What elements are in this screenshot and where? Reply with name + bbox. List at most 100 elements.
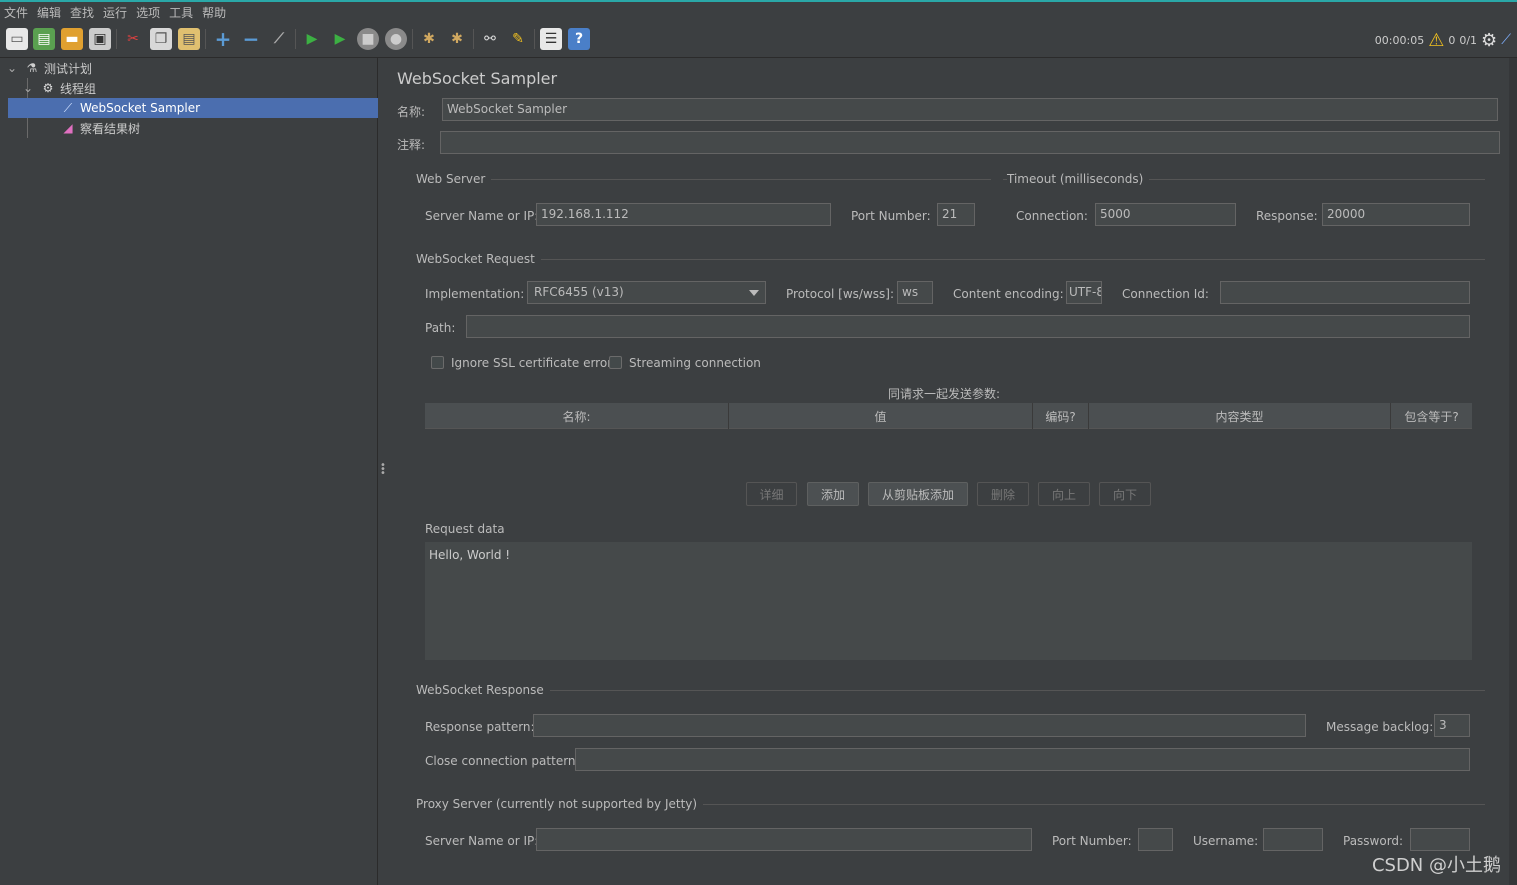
menu-help[interactable]: 帮助	[202, 4, 226, 21]
params-title: 同请求一起发送参数:	[888, 387, 1001, 401]
params-table-header: 名称: 值 编码? 内容类型 包含等于?	[425, 403, 1472, 429]
start-icon[interactable]: ▶	[301, 28, 323, 50]
proxy-password-label: Password:	[1343, 834, 1404, 848]
proxy-port-field[interactable]	[1138, 828, 1173, 851]
cut-icon[interactable]: ✂	[122, 28, 144, 50]
expand-icon[interactable]: +	[212, 27, 234, 51]
menu-options[interactable]: 选项	[136, 4, 160, 21]
column-name[interactable]: 名称:	[425, 403, 729, 429]
message-backlog-label: Message backlog:	[1326, 720, 1434, 734]
connection-timeout-field[interactable]: 5000	[1095, 203, 1236, 226]
implementation-value: RFC6455 (v13)	[534, 285, 624, 299]
vertical-scrollbar[interactable]	[1509, 58, 1517, 885]
search-binoculars-icon[interactable]: ⚯	[479, 28, 501, 50]
test-plan-tree: ⌄ ⚗ 测试计划 ⌄ ⚙ 线程组 ⟋ WebSocket Sampler ◢ 察…	[0, 58, 378, 885]
connection-timeout-label: Connection:	[1016, 209, 1088, 223]
ignore-ssl-checkbox[interactable]	[431, 356, 444, 369]
tree-item-test-plan[interactable]: ⌄ ⚗ 测试计划	[0, 58, 378, 78]
collapse-icon[interactable]: −	[240, 27, 262, 51]
close-pattern-field[interactable]	[575, 748, 1470, 771]
response-pattern-label: Response pattern:	[425, 720, 535, 734]
help-icon[interactable]: ?	[568, 28, 590, 50]
proxy-server-field[interactable]	[536, 828, 1032, 851]
chevron-down-icon[interactable]: ⌄	[20, 80, 36, 96]
menu-file[interactable]: 文件	[4, 4, 28, 21]
response-timeout-field[interactable]: 20000	[1322, 203, 1470, 226]
comment-field[interactable]	[440, 131, 1500, 154]
chevron-down-icon[interactable]	[749, 290, 759, 296]
add-from-clipboard-button[interactable]: 从剪贴板添加	[868, 482, 968, 506]
elapsed-time: 00:00:05	[1374, 33, 1425, 47]
name-label: 名称:	[397, 105, 426, 119]
path-label: Path:	[425, 321, 456, 335]
encoding-field[interactable]: UTF-8	[1066, 281, 1102, 304]
move-down-button[interactable]: 向下	[1099, 482, 1151, 506]
splitter-grip-icon[interactable]: • • •	[380, 461, 386, 479]
menu-search[interactable]: 查找	[70, 4, 94, 21]
web-server-section-title: Web Server	[416, 172, 492, 186]
implementation-select[interactable]: RFC6455 (v13)	[527, 281, 766, 304]
warning-icon[interactable]: ⚠	[1428, 30, 1444, 51]
connection-id-field[interactable]	[1220, 281, 1470, 304]
open-folder-icon[interactable]: ▬	[61, 28, 83, 50]
implementation-label: Implementation:	[425, 287, 525, 301]
move-up-button[interactable]: 向上	[1038, 482, 1090, 506]
protocol-label: Protocol [ws/wss]:	[786, 287, 895, 301]
save-icon[interactable]: ▣	[89, 28, 111, 50]
toggle-icon[interactable]: ⟋	[268, 28, 290, 50]
panel-title: WebSocket Sampler	[397, 69, 558, 88]
streaming-label: Streaming connection	[629, 356, 761, 370]
stop-icon[interactable]: ■	[357, 28, 379, 50]
paste-icon[interactable]: ▤	[178, 28, 200, 50]
shutdown-icon[interactable]: ●	[385, 28, 407, 50]
proxy-server-label: Server Name or IP:	[425, 834, 539, 848]
message-backlog-field[interactable]: 3	[1434, 714, 1470, 737]
tree-item-thread-group[interactable]: ⌄ ⚙ 线程组	[0, 78, 378, 98]
column-include-equals[interactable]: 包含等于?	[1391, 403, 1472, 429]
new-file-icon[interactable]: ▭	[6, 28, 28, 50]
proxy-password-field[interactable]	[1410, 828, 1470, 851]
name-field[interactable]: WebSocket Sampler	[442, 98, 1498, 121]
add-button[interactable]: 添加	[807, 482, 859, 506]
tree-item-result-tree[interactable]: ◢ 察看结果树	[0, 118, 378, 138]
start-no-pause-icon[interactable]: ▶	[329, 28, 351, 50]
streaming-checkbox[interactable]	[609, 356, 622, 369]
log-icon[interactable]: ⟋	[1501, 32, 1511, 48]
copy-icon[interactable]: ❐	[150, 28, 172, 50]
request-data-label: Request data	[425, 522, 505, 536]
tree-item-websocket-sampler[interactable]: ⟋ WebSocket Sampler	[8, 98, 378, 118]
templates-icon[interactable]: ▤	[33, 28, 55, 50]
menu-edit[interactable]: 编辑	[37, 4, 61, 21]
clear-all-icon[interactable]: ✱	[446, 28, 468, 50]
comment-label: 注释:	[397, 138, 426, 152]
clear-icon[interactable]: ✱	[418, 28, 440, 50]
toolbar-status: 00:00:05 ⚠ 0 0/1 ⚙ ⟋	[1371, 22, 1517, 58]
menu-tools[interactable]: 工具	[169, 4, 193, 21]
path-field[interactable]	[466, 315, 1470, 338]
port-field[interactable]: 21	[937, 203, 975, 226]
reset-search-icon[interactable]: ✎	[507, 28, 529, 50]
chevron-down-icon[interactable]: ⌄	[4, 60, 20, 76]
proxy-username-field[interactable]	[1263, 828, 1323, 851]
column-value[interactable]: 值	[729, 403, 1033, 429]
column-encode[interactable]: 编码?	[1033, 403, 1089, 429]
server-field[interactable]: 192.168.1.112	[536, 203, 831, 226]
request-data-textarea[interactable]: Hello, World !	[425, 542, 1472, 660]
panel-splitter[interactable]: • • •	[378, 58, 386, 885]
proxy-port-label: Port Number:	[1052, 834, 1132, 848]
detail-button[interactable]: 详细	[746, 482, 797, 506]
function-helper-icon[interactable]: ☰	[540, 28, 562, 50]
proxy-username-label: Username:	[1193, 834, 1259, 848]
protocol-field[interactable]: ws	[897, 281, 933, 304]
column-content-type[interactable]: 内容类型	[1089, 403, 1391, 429]
delete-button[interactable]: 删除	[977, 482, 1029, 506]
response-timeout-label: Response:	[1256, 209, 1318, 223]
tree-label-thread-group: 线程组	[60, 81, 97, 96]
remote-icon[interactable]: ⚙	[1481, 30, 1497, 51]
encoding-label: Content encoding:	[953, 287, 1064, 301]
gear-icon: ⚙	[42, 81, 54, 95]
response-pattern-field[interactable]	[533, 714, 1306, 737]
pipette-icon: ⟋	[63, 100, 73, 115]
menu-run[interactable]: 运行	[103, 4, 127, 21]
thread-count: 0/1	[1459, 33, 1478, 47]
